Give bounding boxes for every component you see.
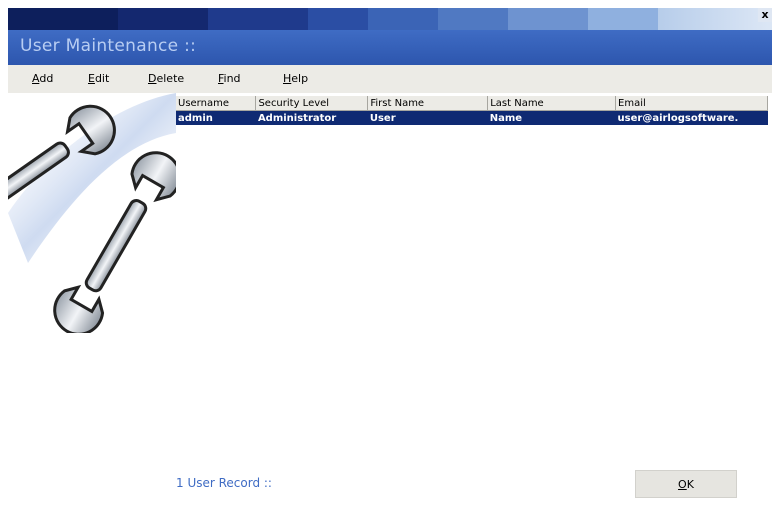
table-row[interactable]: admin Administrator User Name user@airlo… [176, 110, 768, 125]
menu-find[interactable]: Find [218, 72, 241, 85]
column-header-username[interactable]: Username [176, 96, 257, 111]
cell-first-name: User [367, 110, 488, 125]
menu-edit[interactable]: Edit [88, 72, 109, 85]
ok-button-label: OK [678, 477, 694, 491]
page-title: User Maintenance :: [20, 36, 197, 56]
menu-help[interactable]: Help [283, 72, 308, 85]
menu-delete[interactable]: Delete [148, 72, 184, 85]
users-grid[interactable]: Username Security Level First Name Last … [176, 96, 768, 125]
record-count: 1 User Record :: [176, 476, 272, 490]
menu-add[interactable]: Add [32, 72, 53, 85]
menu-bar: Add Edit Delete Find Help [8, 65, 772, 93]
cell-email: user@airlogsoftware. [615, 110, 768, 125]
cell-last-name: Name [487, 110, 616, 125]
cell-username: admin [176, 110, 256, 125]
grid-header-row: Username Security Level First Name Last … [176, 96, 768, 111]
column-header-email[interactable]: Email [615, 96, 768, 111]
header-bar: User Maintenance :: [8, 30, 772, 65]
user-maintenance-window: x User Maintenance :: Add Edit Delete Fi… [0, 0, 772, 510]
column-header-last-name[interactable]: Last Name [487, 96, 617, 111]
column-header-security-level[interactable]: Security Level [255, 96, 369, 111]
wrenches-icon [0, 93, 182, 336]
ok-button[interactable]: OK [635, 470, 737, 498]
close-button[interactable]: x [758, 8, 772, 22]
title-strip: x [8, 8, 772, 30]
cell-security-level: Administrator [255, 110, 368, 125]
column-header-first-name[interactable]: First Name [367, 96, 489, 111]
